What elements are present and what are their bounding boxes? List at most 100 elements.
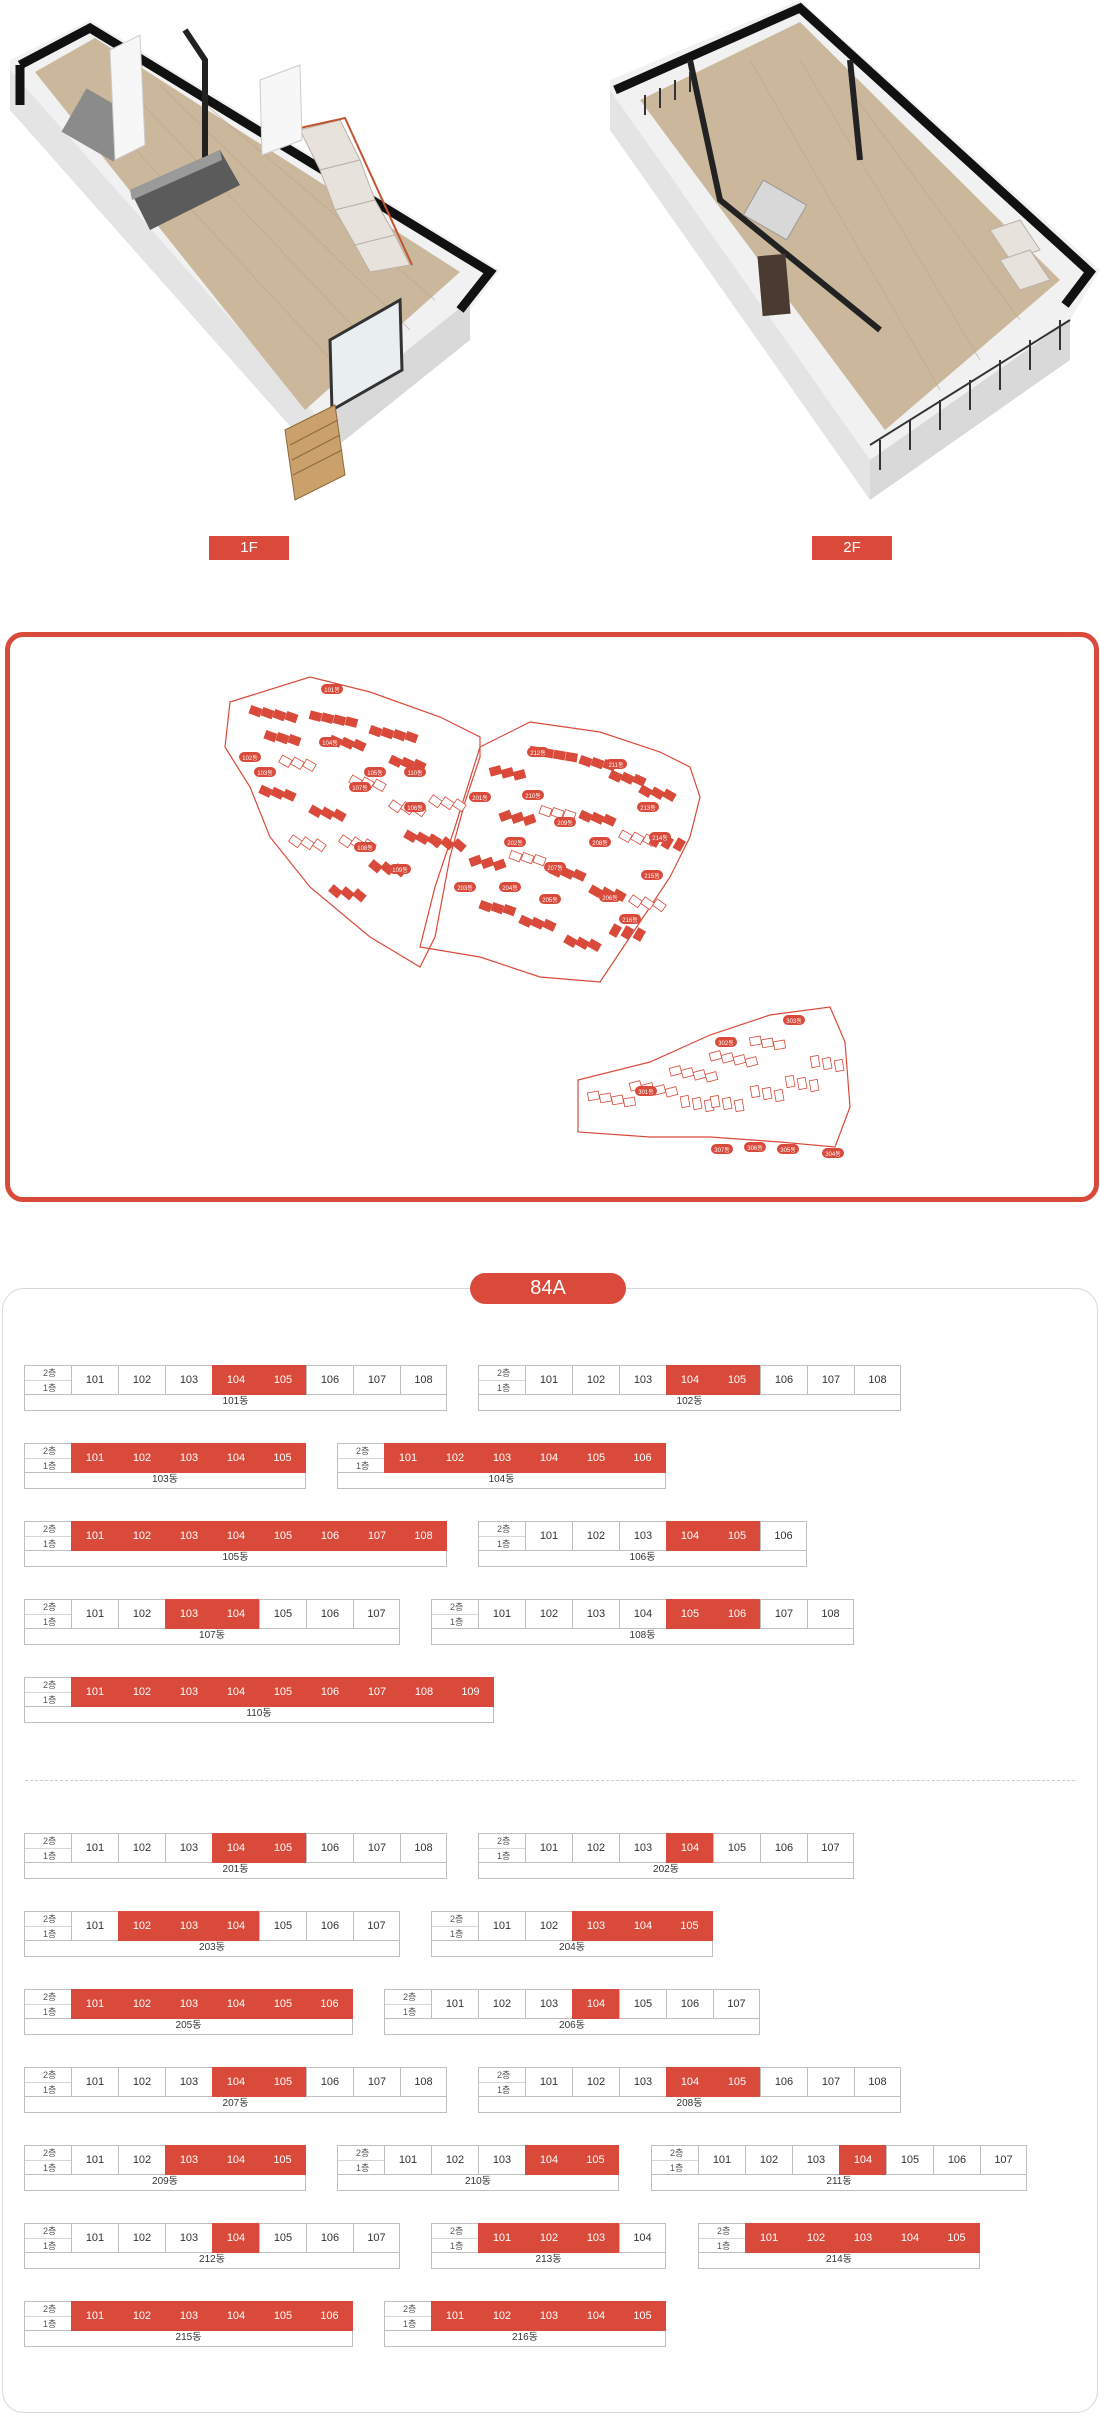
unit-cell: 106 [306,2067,353,2097]
unit-cell: 106 [760,1833,807,1863]
floor-label-1f: 1F [209,536,289,560]
svg-text:101동: 101동 [324,687,340,694]
building-name: 211동 [651,2175,1027,2191]
unit-cell: 106 [306,2301,353,2331]
site-unit-block [512,769,527,781]
unit-cell: 101 [478,2223,525,2253]
unit-cell: 103 [478,1443,525,1473]
building-table: 2층 1층 101 102 103 104 105 106 107 108 201동 [24,1833,447,1879]
floor-label-lower: 1층 [43,1929,57,1939]
unit-cell: 108 [807,1599,854,1629]
site-unit-block [520,852,535,865]
building-table: 2층 1층 101 102 103 104 105 106 107 203동 [24,1911,400,1957]
floor-label-lower: 1층 [43,1539,57,1549]
unit-cell: 106 [666,1989,713,2019]
building-name: 103동 [24,1473,306,1489]
unit-cell: 107 [353,1521,400,1551]
unit-cell: 101 [71,1833,118,1863]
floor-label-cell: 2층 1층 [24,2145,71,2175]
unit-cell: 105 [259,1443,306,1473]
building-name: 110동 [24,1707,494,1723]
unit-cell: 103 [165,1989,212,2019]
unit-cell: 106 [619,1443,666,1473]
building-name: 215동 [24,2331,353,2347]
floor-label-upper: 2층 [25,1678,71,1693]
unit-cell: 103 [165,2301,212,2331]
site-unit-block [721,1096,733,1111]
floor-label-cell: 2층 1층 [337,1443,384,1473]
unit-cell: 101 [525,1833,572,1863]
site-unit-block [308,804,323,819]
unit-cell: 101 [71,1989,118,2019]
site-unit-block [608,769,623,783]
building-name: 216동 [384,2331,666,2347]
site-unit-block [610,1094,625,1106]
unit-cell: 102 [118,1833,165,1863]
floor-label-cell: 2층 1층 [24,1443,71,1473]
building-name: 205동 [24,2019,353,2035]
building-label: 202동 [504,837,526,847]
floor-label-lower: 1층 [356,2163,370,2173]
building-label: 108동 [354,842,376,852]
site-unit-block [732,1054,747,1066]
site-unit-block [288,834,303,849]
site-unit-block [502,904,517,917]
unit-cell: 107 [353,1365,400,1395]
site-unit-block [340,886,355,901]
site-unit-block [563,934,578,949]
site-map-drawing: 101동 102동 103동 104동 105동 106동 107동 108동 109동 110동… [224,676,851,1158]
unit-cell: 103 [619,2067,666,2097]
site-unit-block [530,916,545,930]
floor-label-upper: 2층 [25,2068,71,2083]
site-unit-block [664,1086,679,1098]
unit-cell: 105 [259,1677,306,1707]
site-unit-block [709,1094,721,1109]
unit-row: 2층 1층 101 102 103 104 105 106 107 108 109 [24,1677,494,1707]
floor-label-upper: 2층 [25,1366,71,1381]
building-table: 2층 1층 101 102 103 104 213동 [431,2223,666,2269]
building-label: 210동 [522,790,544,800]
unit-cell: 106 [306,1989,353,2019]
site-unit-block [480,856,495,869]
svg-text:106동: 106동 [407,805,423,812]
unit-cell: 104 [212,2301,259,2331]
unit-cell: 104 [212,1365,259,1395]
unit-cell: 101 [431,2301,478,2331]
building-table: 2층 1층 101 102 103 104 105 204동 [431,1911,713,1957]
unit-row: 2층 1층 101 102 103 104 105 106 107 [24,1599,400,1629]
svg-text:208동: 208동 [592,840,608,847]
building-label: 307동 [711,1144,733,1154]
unit-cell: 105 [619,2301,666,2331]
site-unit-block [542,918,557,932]
floor-label-lower: 1층 [497,1383,511,1393]
unit-cell: 108 [400,1521,447,1551]
floor-label-cell: 2층 1층 [24,1911,71,1941]
unit-cell: 102 [525,1599,572,1629]
building-name: 102동 [478,1395,901,1411]
unit-cell: 101 [71,1521,118,1551]
building-table: 2층 1층 101 102 103 104 105 210동 [337,2145,619,2191]
site-unit-block [564,751,579,763]
building-label: 301동 [635,1086,657,1096]
unit-cell: 105 [713,1365,760,1395]
floor-label-lower: 1층 [43,1383,57,1393]
unit-cell: 103 [165,1599,212,1629]
svg-text:213동: 213동 [640,805,656,812]
unit-cell: 105 [259,1365,306,1395]
site-unit-block [744,1056,759,1068]
unit-cell: 102 [572,1521,619,1551]
site-unit-block [388,799,403,814]
floor-label-cell: 2층 1층 [431,1911,478,1941]
unit-cell: 101 [431,1989,478,2019]
site-unit-block [278,754,293,769]
floor-label-upper: 2층 [432,2224,478,2239]
building-table: 2층 1층 101 102 103 104 105 214동 [698,2223,980,2269]
unit-cell: 106 [306,1677,353,1707]
unit-cell: 105 [619,1989,666,2019]
floor-label-lower: 1층 [497,2085,511,2095]
building-label: 203동 [454,882,476,892]
unit-cell: 106 [306,1911,353,1941]
unit-cell: 101 [478,1599,525,1629]
unit-cell: 104 [619,1911,666,1941]
floor-label-upper: 2층 [25,1912,71,1927]
